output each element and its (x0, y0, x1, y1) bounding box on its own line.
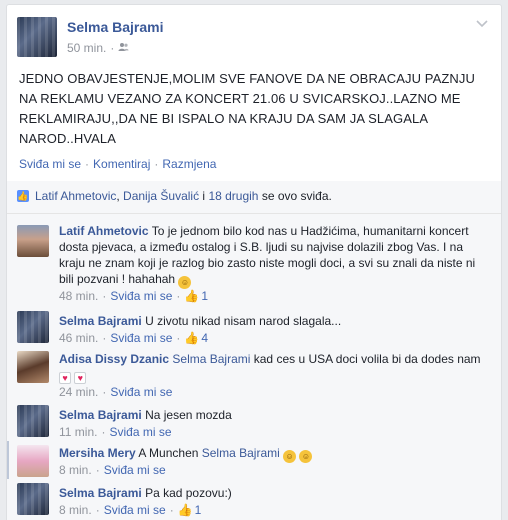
share-button[interactable]: Razmjena (162, 157, 216, 171)
liker-1[interactable]: Latif Ahmetovic (35, 189, 116, 203)
post-author[interactable]: Selma Bajrami (67, 19, 164, 35)
comment-like-button[interactable]: Sviđa mi se (104, 463, 166, 477)
separator: · (110, 41, 115, 55)
kiss-emoji-icon: ☺ (299, 450, 313, 463)
post-time[interactable]: 50 min. (67, 41, 106, 55)
comment-body: Pa kad pozovu:) (145, 486, 232, 500)
liker-2[interactable]: Danija Šuvalić (123, 189, 199, 203)
comment-author[interactable]: Selma Bajrami (59, 408, 142, 422)
comment-author[interactable]: Latif Ahmetovic (59, 224, 149, 238)
like-thumb-icon: 👍 (17, 190, 29, 202)
comment-button[interactable]: Komentiraj (93, 157, 150, 171)
chevron-down-icon[interactable] (475, 17, 489, 31)
comment-time[interactable]: 8 min. (59, 503, 92, 517)
comment-like-button[interactable]: Sviđa mi se (110, 331, 172, 345)
likes-suffix: se ovo sviđa. (258, 189, 332, 203)
comment-meta: 8 min. · Sviđa mi se (59, 463, 166, 477)
heart-icon: ♥ (74, 372, 87, 384)
comment-like-count[interactable]: 👍 1 (178, 503, 202, 517)
separator: · (85, 157, 90, 171)
comment-like-button[interactable]: Sviđa mi se (110, 385, 172, 399)
avatar[interactable] (17, 225, 49, 257)
comment-author[interactable]: Selma Bajrami (59, 486, 142, 500)
comment-like-button[interactable]: Sviđa mi se (110, 289, 172, 303)
heart-icon: ♥ (59, 372, 71, 384)
comment-time[interactable]: 48 min. (59, 289, 98, 303)
avatar[interactable] (17, 405, 49, 437)
post-text: JEDNO OBAVJESTENJE,MOLIM SVE FANOVE DA N… (19, 71, 475, 146)
comment-text: Selma Bajrami Na jesen mozda (59, 407, 489, 423)
friends-icon[interactable] (118, 41, 129, 55)
post-header: Selma Bajrami 50 min. · (7, 5, 501, 67)
comment-text: Selma Bajrami U zivotu nikad nisam narod… (59, 313, 489, 329)
likes-others[interactable]: 18 drugih (208, 189, 258, 203)
reply-indicator (7, 441, 9, 479)
comment-like-button[interactable]: Sviđa mi se (104, 503, 166, 517)
comment-mention[interactable]: Selma Bajrami (202, 446, 280, 460)
comment-body: A Munchen (138, 446, 202, 460)
comment-time[interactable]: 24 min. (59, 385, 98, 399)
comment-like-count[interactable]: 👍 1 (184, 289, 208, 303)
comment-time[interactable]: 11 min. (59, 425, 97, 439)
like-button[interactable]: Sviđa mi se (19, 157, 81, 171)
comment-body: kad ces u USA doci volila bi da dodes na… (250, 352, 481, 366)
comments-section: 👍 Latif Ahmetovic, Danija Šuvalić i 18 d… (7, 181, 501, 520)
comment-author[interactable]: Adisa Dissy Dzanic (59, 352, 169, 366)
comment-body: U zivotu nikad nisam narod slagala... (145, 314, 342, 328)
separator: · (154, 157, 159, 171)
thumb-up-icon: 👍 (184, 331, 200, 345)
comment-author[interactable]: Selma Bajrami (59, 314, 142, 328)
comment-author[interactable]: Mersiha Mery (59, 446, 136, 460)
comment-meta: 24 min. · Sviđa mi se (59, 385, 173, 399)
comment-like-count[interactable]: 👍 4 (184, 331, 208, 345)
divider (7, 213, 501, 214)
likes-summary: 👍 Latif Ahmetovic, Danija Šuvalić i 18 d… (17, 189, 332, 203)
post-actions: Sviđa mi se · Komentiraj · Razmjena (19, 157, 216, 171)
comment-text: Mersiha Mery A Munchen Selma Bajrami ☺ ☺ (59, 445, 489, 463)
comment-meta: 11 min. · Sviđa mi se (59, 425, 172, 439)
avatar[interactable] (17, 311, 49, 343)
post-card: Selma Bajrami 50 min. · JEDNO OBAVJESTEN… (6, 4, 502, 520)
avatar[interactable] (17, 483, 49, 515)
comment-meta: 48 min. · Sviđa mi se · 👍 1 (59, 289, 209, 303)
comment-mention[interactable]: Selma Bajrami (172, 352, 250, 366)
laughing-emoji-icon: ☺ (178, 276, 192, 289)
comment-text: Selma Bajrami Pa kad pozovu:) (59, 485, 489, 501)
author-avatar[interactable] (17, 17, 57, 57)
comment-time[interactable]: 8 min. (59, 463, 92, 477)
comment-like-button[interactable]: Sviđa mi se (109, 425, 171, 439)
kiss-emoji-icon: ☺ (283, 450, 297, 463)
comment-time[interactable]: 46 min. (59, 331, 98, 345)
thumb-up-icon: 👍 (184, 289, 200, 303)
thumb-up-icon: 👍 (177, 503, 193, 517)
avatar[interactable] (17, 445, 49, 477)
comment-body: Na jesen mozda (145, 408, 232, 422)
avatar[interactable] (17, 351, 49, 383)
comment-meta: 8 min. · Sviđa mi se · 👍 1 (59, 503, 202, 517)
comment-meta: 46 min. · Sviđa mi se · 👍 4 (59, 331, 209, 345)
post-meta: 50 min. · (67, 41, 129, 55)
comment-text: Adisa Dissy Dzanic Selma Bajrami kad ces… (59, 351, 489, 384)
comment-text: Latif Ahmetovic To je jednom bilo kod na… (59, 223, 489, 289)
